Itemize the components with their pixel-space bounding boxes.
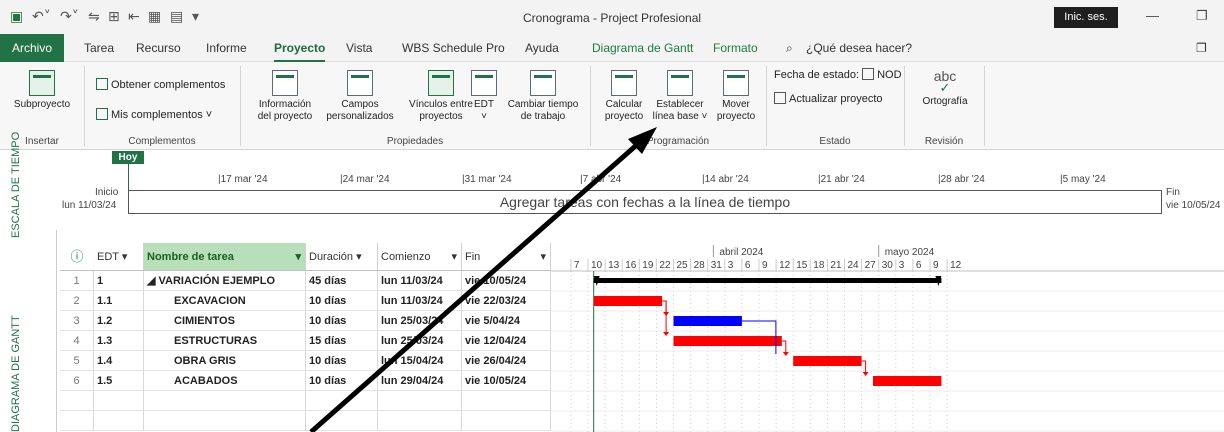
arrow-shaft: [309, 140, 642, 432]
annotation-arrow: [309, 127, 657, 432]
